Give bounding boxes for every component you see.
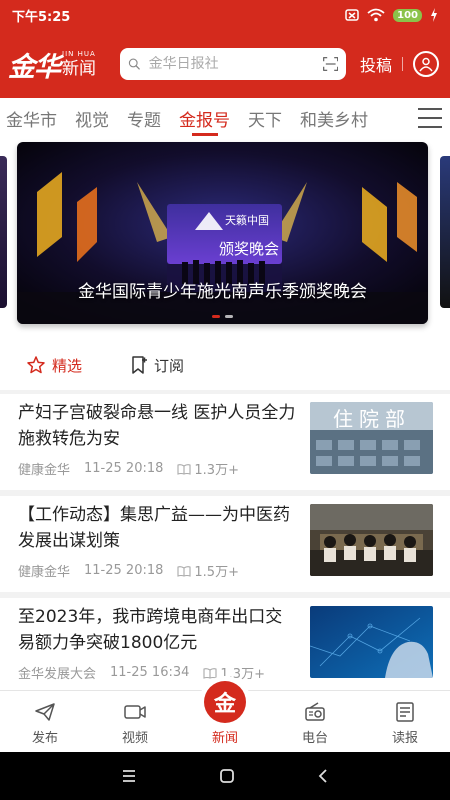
news-views: 1.3万+ — [194, 463, 239, 478]
news-title: 产妇子宫破裂命悬一线 医护人员全力施救转危为安 — [18, 403, 296, 449]
tab-video-label: 视频 — [121, 731, 148, 746]
read-count-icon — [177, 463, 191, 475]
star-icon — [27, 356, 45, 374]
tab-radio-label: 电台 — [301, 731, 328, 746]
news-meta: 健康金华 11-25 20:18 1.5万+ — [18, 561, 239, 580]
notification-mute-icon — [345, 9, 359, 21]
thumbnail-sign-text: 住院部 — [333, 407, 411, 431]
status-bar: 下午5:25 100 — [0, 0, 450, 30]
tab-jinbaohao[interactable]: 金报号 — [179, 98, 230, 138]
user-icon — [419, 57, 433, 72]
stage-screen-brand: 天籁中国 — [225, 213, 269, 227]
subscribe-icon — [132, 356, 148, 374]
news-thumbnail — [310, 606, 433, 678]
banner-carousel[interactable]: 天籁中国 颁奖晚会 金华国际青少年施光南声乐季颁奖晚会 — [0, 138, 450, 340]
back-icon[interactable] — [317, 768, 329, 784]
status-time: 下午5:25 — [12, 9, 71, 25]
news-time: 11-25 20:18 — [84, 461, 164, 476]
bottom-tab-bar: 发布 视频 金 新闻 电台 读报 — [0, 681, 450, 752]
read-count-icon — [203, 667, 217, 679]
tab-jinhua-city[interactable]: 金华市 — [6, 98, 57, 138]
status-icons: 100 — [345, 8, 438, 22]
tab-video[interactable]: 视频 — [90, 691, 180, 752]
tab-publish[interactable]: 发布 — [0, 691, 90, 752]
search-bar[interactable] — [120, 48, 346, 80]
next-slide-peek[interactable] — [440, 156, 450, 308]
tab-publish-label: 发布 — [31, 731, 58, 746]
submit-article-button[interactable]: 投稿 — [360, 52, 392, 76]
search-icon — [128, 58, 140, 70]
tab-topics[interactable]: 专题 — [127, 98, 161, 138]
tab-news-label: 新闻 — [211, 731, 238, 746]
tab-world[interactable]: 天下 — [248, 98, 282, 138]
battery-indicator: 100 — [393, 8, 422, 22]
logo-main: 金华 — [8, 51, 61, 83]
tab-news[interactable]: 金 新闻 — [180, 681, 270, 752]
newspaper-icon — [396, 702, 414, 722]
news-item[interactable]: 【工作动态】集思广益——为中医药发展出谋划策 健康金华 11-25 20:18 … — [0, 496, 450, 592]
scan-icon[interactable] — [322, 53, 338, 75]
tab-subscribe[interactable]: 订阅 — [130, 355, 184, 376]
logo-sub: 新闻 — [62, 58, 96, 79]
banner-caption: 金华国际青少年施光南声乐季颁奖晚会 — [78, 282, 367, 302]
radio-icon — [305, 702, 325, 721]
system-nav-bar — [0, 752, 450, 800]
tab-radio[interactable]: 电台 — [270, 691, 360, 752]
carousel-dot[interactable] — [225, 315, 233, 318]
news-source: 健康金华 — [18, 463, 71, 478]
carousel-indicators — [17, 315, 428, 318]
prev-slide-peek[interactable] — [0, 156, 7, 308]
news-views: 1.3万+ — [220, 667, 265, 682]
feed-sub-tabs: 精选 订阅 — [0, 340, 450, 390]
news-thumbnail: 住院部 — [310, 402, 433, 474]
recent-apps-icon[interactable] — [121, 769, 137, 783]
tab-rural[interactable]: 和美乡村 — [300, 98, 368, 138]
news-feed: 产妇子宫破裂命悬一线 医护人员全力施救转危为安 健康金华 11-25 20:18… — [0, 394, 450, 690]
channel-menu-icon[interactable] — [418, 108, 442, 128]
logo-english: JIN HUA — [62, 49, 96, 58]
news-time: 11-25 16:34 — [110, 665, 190, 680]
tab-read-paper[interactable]: 读报 — [360, 691, 450, 752]
header-divider — [402, 57, 404, 71]
banner-slide[interactable]: 天籁中国 颁奖晚会 金华国际青少年施光南声乐季颁奖晚会 — [17, 142, 428, 324]
wifi-icon — [367, 8, 385, 22]
tab-visual[interactable]: 视觉 — [75, 98, 109, 138]
stage-screen-text: 颁奖晚会 — [219, 240, 279, 258]
news-title: 【工作动态】集思广益——为中医药发展出谋划策 — [18, 505, 290, 551]
news-home-icon: 金 — [204, 681, 246, 723]
carousel-dot[interactable] — [212, 315, 220, 318]
news-source: 金华发展大会 — [18, 667, 97, 682]
news-item[interactable]: 产妇子宫破裂命悬一线 医护人员全力施救转危为安 健康金华 11-25 20:18… — [0, 394, 450, 490]
app-logo: 金华 JIN HUA 新闻 — [8, 45, 120, 84]
news-meta: 金华发展大会 11-25 16:34 1.3万+ — [18, 663, 265, 682]
home-icon[interactable] — [219, 768, 235, 784]
video-icon — [124, 705, 146, 719]
search-input[interactable] — [148, 56, 323, 72]
tab-read-paper-label: 读报 — [391, 731, 418, 746]
app-header: 金华 JIN HUA 新闻 投稿 — [0, 30, 450, 98]
news-title: 至2023年，我市跨境电商年出口交易额力争突破1800亿元 — [18, 607, 283, 653]
send-icon — [35, 703, 55, 721]
news-meta: 健康金华 11-25 20:18 1.3万+ — [18, 459, 239, 478]
charging-icon — [431, 8, 437, 22]
news-time: 11-25 20:18 — [84, 563, 164, 578]
news-item[interactable]: 至2023年，我市跨境电商年出口交易额力争突破1800亿元 金华发展大会 11-… — [0, 598, 450, 690]
news-thumbnail — [310, 504, 433, 576]
tab-featured-label: 精选 — [52, 356, 83, 375]
channel-tabs: 金华市 视觉 专题 金报号 天下 和美乡村 — [0, 98, 450, 138]
tab-featured[interactable]: 精选 — [26, 355, 82, 376]
tab-subscribe-label: 订阅 — [154, 356, 185, 375]
news-views: 1.5万+ — [194, 565, 239, 580]
news-source: 健康金华 — [18, 565, 71, 580]
user-avatar-button[interactable] — [413, 51, 440, 77]
read-count-icon — [177, 565, 191, 577]
